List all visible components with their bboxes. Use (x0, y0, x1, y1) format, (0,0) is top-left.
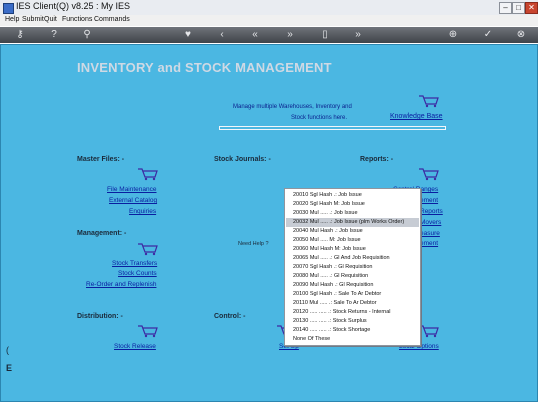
rewind-icon[interactable]: « (248, 28, 262, 42)
cart-icon (419, 325, 439, 338)
knowledge-base-link[interactable]: Knowledge Base (390, 113, 443, 120)
left-edge-marker: E (6, 363, 13, 373)
cart-icon (419, 168, 439, 181)
menu-item-20140[interactable]: 20140 ..... ..... .: Stock Shortage (293, 327, 370, 333)
forward-icon[interactable]: » (283, 28, 297, 42)
menu-commands[interactable]: Commands (94, 16, 130, 23)
main-canvas (0, 44, 538, 402)
intro-text-line1: Manage multiple Warehouses, Inventory an… (233, 104, 352, 110)
stock-transfers-link[interactable]: Stock Transfers (112, 260, 157, 267)
menu-item-20020[interactable]: 20020 Sgl Hash M: Job Issue (293, 201, 365, 207)
enquiries-link[interactable]: Enquiries (129, 208, 156, 215)
key-icon[interactable]: ⚷ (10, 28, 30, 42)
menu-item-20100[interactable]: 20100 Sgl Hash .: Sale To Ar Debtor (293, 291, 381, 297)
menu-help[interactable]: Help (5, 16, 19, 23)
reports-link-6[interactable]: ement (420, 240, 438, 247)
control-title: Control: - (214, 313, 246, 320)
reports-link-2[interactable]: ement (420, 197, 438, 204)
file-maintenance-link[interactable]: File Maintenance (107, 186, 157, 193)
minimize-button[interactable]: – (499, 2, 512, 14)
reports-link-4[interactable]: Movers (420, 219, 441, 226)
reports-link-5[interactable]: easure (420, 230, 440, 237)
menu-item-20065[interactable]: 20065 Mul ..... .: Gl And Job Requisitio… (293, 255, 390, 261)
menu-item-20090[interactable]: 20090 Mul Hash .: Gl Requisition (293, 282, 373, 288)
menu-item-20070[interactable]: 20070 Sgl Hash .: Gl Requisition (293, 264, 373, 270)
menu-item-none-of-these[interactable]: None Of These (293, 336, 330, 342)
heart-icon[interactable]: ♥ (181, 28, 195, 42)
stock-release-link[interactable]: Stock Release (114, 343, 156, 350)
external-catalog-link[interactable]: External Catalog (109, 197, 157, 204)
menu-item-20030[interactable]: 20030 Mul ..... .: Job Issue (293, 210, 358, 216)
menu-item-20040[interactable]: 20040 Mul Hash .: Job Issue (293, 228, 363, 234)
need-help-text: Need Help ? (238, 241, 269, 247)
master-files-title: Master Files: - (77, 156, 125, 163)
reports-link-3[interactable]: Reports (420, 208, 443, 215)
check-icon[interactable]: ✓ (481, 28, 495, 42)
distribution-title: Distribution: - (77, 313, 123, 320)
stock-counts-link[interactable]: Stock Counts (118, 270, 157, 277)
menu-quit[interactable]: Quit (44, 16, 57, 23)
maximize-button[interactable]: □ (512, 2, 525, 14)
menu-item-20080[interactable]: 20080 Mul ..... .: Gl Requisition (293, 273, 368, 279)
menu-functions[interactable]: Functions (62, 16, 92, 23)
intro-text-line2: Stock functions here. (291, 115, 348, 121)
search-icon[interactable]: ⚲ (80, 28, 94, 42)
app-icon (3, 3, 14, 14)
menu-item-20050[interactable]: 20050 Mul ..... M: Job Issue (293, 237, 361, 243)
fast-forward-icon[interactable]: » (351, 28, 365, 42)
plus-icon[interactable]: ⊕ (446, 28, 460, 42)
menu-item-20060[interactable]: 20060 Mul Hash M: Job Issue (293, 246, 366, 252)
left-edge-marker-top: ( (6, 345, 9, 355)
stock-journals-title: Stock Journals: - (214, 156, 271, 163)
cart-icon (138, 168, 158, 181)
cart-icon (138, 243, 158, 256)
cart-icon (419, 95, 439, 108)
close-icon[interactable]: ⊗ (514, 28, 528, 42)
stock-journal-popup-menu: 20010 Sgl Hash .: Job Issue 20020 Sgl Ha… (284, 188, 421, 346)
page-title: INVENTORY and STOCK MANAGEMENT (77, 60, 332, 75)
divider-bar (219, 126, 446, 130)
menu-item-20120[interactable]: 20120 ..... ..... .: Stock Returns - Int… (293, 309, 391, 315)
window-title: IES Client(Q) v8.25 : My IES (16, 1, 131, 11)
doc-icon[interactable]: ▯ (318, 28, 332, 42)
menu-item-20010[interactable]: 20010 Sgl Hash .: Job Issue (293, 192, 362, 198)
back-icon[interactable]: ‹ (215, 28, 229, 42)
menu-submit[interactable]: Submit (22, 16, 44, 23)
reorder-replenish-link[interactable]: Re-Order and Replenish (86, 281, 156, 288)
menu-item-20110[interactable]: 20110 Mul ..... .: Sale To Ar Debtor (293, 300, 377, 306)
close-button[interactable]: ✕ (525, 2, 538, 14)
menu-item-20130[interactable]: 20130 ..... ..... .: Stock Surplus (293, 318, 367, 324)
cart-icon (138, 325, 158, 338)
management-title: Management: - (77, 230, 127, 237)
reports-title: Reports: - (360, 156, 394, 163)
help-icon[interactable]: ? (47, 28, 61, 42)
menu-item-20032[interactable]: 20032 Mul ..... .: Job Issue (plm Works … (293, 219, 404, 225)
